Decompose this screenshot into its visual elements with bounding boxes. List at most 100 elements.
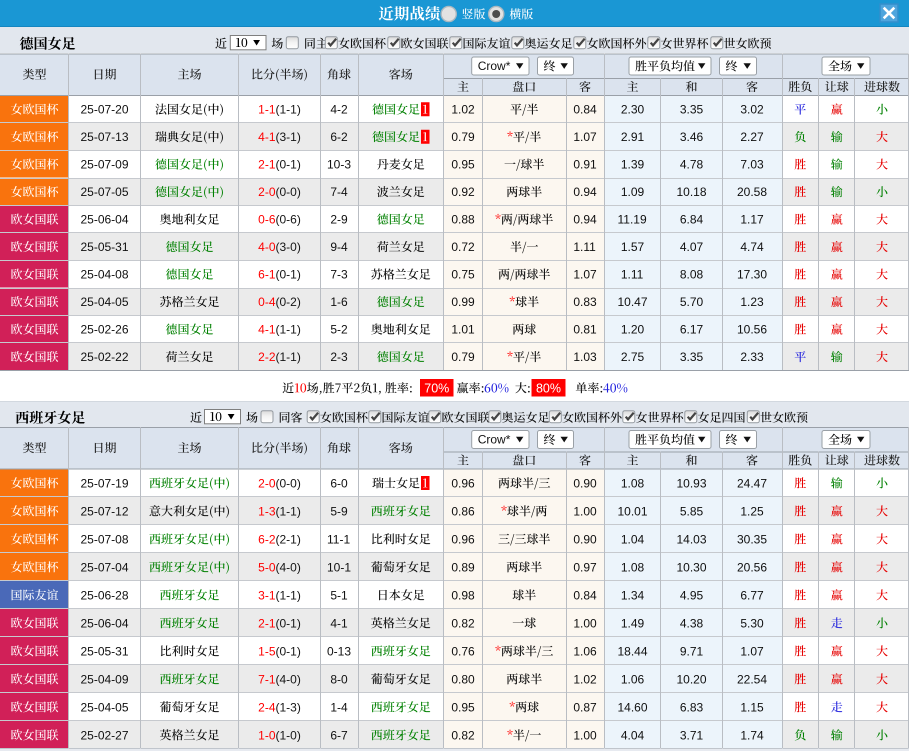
svg-text:1.00: 1.00 xyxy=(573,616,597,630)
svg-text:(1-0): (1-0) xyxy=(276,728,301,742)
svg-text:25-02-27: 25-02-27 xyxy=(80,728,128,742)
svg-text:0.94: 0.94 xyxy=(573,185,597,199)
svg-text:1.34: 1.34 xyxy=(621,588,645,602)
svg-text:0.99: 0.99 xyxy=(451,295,475,309)
svg-text:6-2: 6-2 xyxy=(258,532,276,546)
svg-text:0.90: 0.90 xyxy=(573,476,597,490)
svg-text:5-0: 5-0 xyxy=(258,560,276,574)
svg-text:6.84: 6.84 xyxy=(680,213,704,227)
svg-text:(3-0): (3-0) xyxy=(276,240,301,254)
svg-text:25-07-09: 25-07-09 xyxy=(80,158,128,172)
svg-text:1.11: 1.11 xyxy=(621,268,644,282)
svg-text:1.02: 1.02 xyxy=(573,672,597,686)
svg-text:0.89: 0.89 xyxy=(451,560,475,574)
svg-text:1.17: 1.17 xyxy=(740,213,764,227)
svg-text:0.84: 0.84 xyxy=(573,588,597,602)
svg-text:0-13: 0-13 xyxy=(327,644,351,658)
svg-text:5-9: 5-9 xyxy=(330,504,348,518)
svg-text:25-02-26: 25-02-26 xyxy=(80,323,128,337)
svg-text:18.44: 18.44 xyxy=(617,644,647,658)
svg-text:25-06-28: 25-06-28 xyxy=(80,588,128,602)
svg-text:10.47: 10.47 xyxy=(617,295,647,309)
svg-text:9.71: 9.71 xyxy=(680,644,704,658)
svg-text:(1-1): (1-1) xyxy=(276,350,301,364)
svg-text:(1-1): (1-1) xyxy=(276,323,301,337)
svg-text:1.04: 1.04 xyxy=(621,532,645,546)
svg-text:7-3: 7-3 xyxy=(330,268,348,282)
svg-text:3.71: 3.71 xyxy=(680,728,704,742)
svg-text:4-1: 4-1 xyxy=(258,130,276,144)
svg-text:25-04-09: 25-04-09 xyxy=(80,672,128,686)
svg-text:0.84: 0.84 xyxy=(573,103,597,117)
svg-text:5-1: 5-1 xyxy=(330,588,348,602)
svg-text:2-4: 2-4 xyxy=(258,700,276,714)
svg-text:14.60: 14.60 xyxy=(617,700,647,714)
svg-text:10.18: 10.18 xyxy=(676,185,706,199)
svg-text:2-0: 2-0 xyxy=(258,476,276,490)
svg-text:0.94: 0.94 xyxy=(573,213,597,227)
svg-text:1-5: 1-5 xyxy=(258,644,276,658)
svg-text:2.91: 2.91 xyxy=(621,130,645,144)
svg-text:2-3: 2-3 xyxy=(330,350,348,364)
svg-text:24.47: 24.47 xyxy=(737,476,767,490)
svg-text:4-0: 4-0 xyxy=(258,240,276,254)
svg-text:14.03: 14.03 xyxy=(676,532,706,546)
svg-text:1.23: 1.23 xyxy=(740,295,764,309)
svg-text:0-6: 0-6 xyxy=(258,213,276,227)
svg-text:6-2: 6-2 xyxy=(330,130,348,144)
svg-text:1.02: 1.02 xyxy=(451,103,475,117)
svg-text:2-9: 2-9 xyxy=(330,213,348,227)
svg-text:(0-2): (0-2) xyxy=(276,295,301,309)
svg-text:25-04-05: 25-04-05 xyxy=(80,700,128,714)
svg-text:4-1: 4-1 xyxy=(258,323,276,337)
svg-text:4.04: 4.04 xyxy=(621,728,645,742)
svg-text:(0-0): (0-0) xyxy=(276,185,301,199)
svg-text:1.08: 1.08 xyxy=(621,476,645,490)
svg-text:(0-1): (0-1) xyxy=(276,268,301,282)
svg-text:10-3: 10-3 xyxy=(327,158,351,172)
svg-text:3.35: 3.35 xyxy=(680,103,704,117)
svg-text:3-1: 3-1 xyxy=(258,588,276,602)
svg-text:25-07-08: 25-07-08 xyxy=(80,532,128,546)
svg-text:1.39: 1.39 xyxy=(621,158,645,172)
svg-text:2.75: 2.75 xyxy=(621,350,645,364)
svg-text:2-2: 2-2 xyxy=(258,350,276,364)
svg-text:0.82: 0.82 xyxy=(451,728,475,742)
svg-text:22.54: 22.54 xyxy=(737,672,767,686)
svg-text:4.95: 4.95 xyxy=(680,588,704,602)
svg-text:(0-1): (0-1) xyxy=(276,644,301,658)
svg-text:0.86: 0.86 xyxy=(451,504,475,518)
svg-text:1-3: 1-3 xyxy=(258,504,276,518)
svg-text:0.87: 0.87 xyxy=(573,700,597,714)
svg-text:1.07: 1.07 xyxy=(573,268,597,282)
svg-text:3.35: 3.35 xyxy=(680,350,704,364)
svg-text:0.91: 0.91 xyxy=(573,158,597,172)
svg-text:25-07-13: 25-07-13 xyxy=(80,130,128,144)
svg-text:0.79: 0.79 xyxy=(451,130,475,144)
svg-text:(4-0): (4-0) xyxy=(276,672,301,686)
svg-text:1-0: 1-0 xyxy=(258,728,276,742)
svg-text:8.08: 8.08 xyxy=(680,268,704,282)
svg-text:10-1: 10-1 xyxy=(327,560,351,574)
svg-text:4-1: 4-1 xyxy=(330,616,348,630)
svg-text:4.78: 4.78 xyxy=(680,158,704,172)
svg-text:0.92: 0.92 xyxy=(451,185,475,199)
svg-text:1.03: 1.03 xyxy=(573,350,597,364)
svg-text:(0-6): (0-6) xyxy=(276,213,301,227)
svg-text:7-1: 7-1 xyxy=(258,672,276,686)
svg-text:0.97: 0.97 xyxy=(573,560,597,574)
svg-text:7.03: 7.03 xyxy=(740,158,764,172)
svg-text:6.77: 6.77 xyxy=(740,588,764,602)
svg-text:1.20: 1.20 xyxy=(621,323,645,337)
svg-text:2-1: 2-1 xyxy=(258,158,276,172)
svg-text:4.38: 4.38 xyxy=(680,616,704,630)
svg-text:6-1: 6-1 xyxy=(258,268,276,282)
svg-text:10.93: 10.93 xyxy=(676,476,706,490)
svg-text:10.01: 10.01 xyxy=(617,504,647,518)
svg-text:1.25: 1.25 xyxy=(740,504,764,518)
svg-text:3.46: 3.46 xyxy=(680,130,704,144)
svg-text:(1-1): (1-1) xyxy=(276,103,301,117)
svg-text:Crow*: Crow* xyxy=(478,59,511,73)
svg-text:10.30: 10.30 xyxy=(676,560,706,574)
svg-text:25-07-19: 25-07-19 xyxy=(80,476,128,490)
